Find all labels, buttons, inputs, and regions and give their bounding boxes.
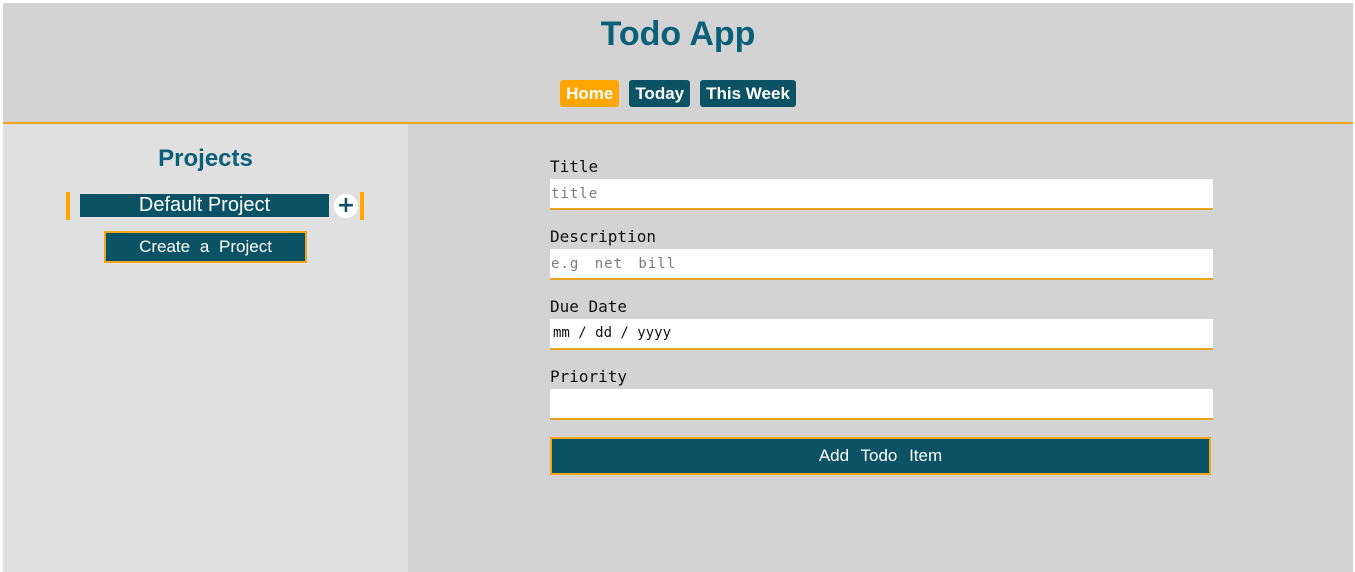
- priority-label: Priority: [550, 367, 628, 386]
- due-date-label: Due Date: [550, 297, 628, 316]
- project-name-default[interactable]: Default Project: [80, 194, 329, 217]
- nav-bar: Home Today This Week: [3, 80, 1353, 107]
- app-title: Todo App: [600, 15, 756, 53]
- nav-this-week-button[interactable]: This Week: [700, 80, 796, 107]
- add-todo-button[interactable]: Add Todo Item: [550, 437, 1211, 475]
- priority-input[interactable]: [550, 389, 1213, 420]
- project-item: Default Project +: [66, 192, 364, 220]
- description-input[interactable]: [550, 249, 1213, 280]
- description-label: Description: [550, 227, 656, 246]
- plus-icon[interactable]: +: [334, 194, 358, 218]
- todo-form: Title Description Due Date mm / dd / yyy…: [408, 124, 1353, 572]
- nav-today-button[interactable]: Today: [629, 80, 691, 107]
- projects-sidebar: Projects Default Project + Create a Proj…: [3, 124, 408, 572]
- title-label: Title: [550, 157, 599, 176]
- header: Todo App Home Today This Week: [3, 3, 1353, 124]
- title-input[interactable]: [550, 179, 1213, 210]
- app-frame: Todo App Home Today This Week Projects D…: [3, 3, 1353, 572]
- projects-title: Projects: [158, 145, 253, 172]
- create-project-button[interactable]: Create a Project: [104, 231, 307, 263]
- nav-home-button[interactable]: Home: [560, 80, 620, 107]
- due-date-input[interactable]: mm / dd / yyyy: [550, 319, 1213, 350]
